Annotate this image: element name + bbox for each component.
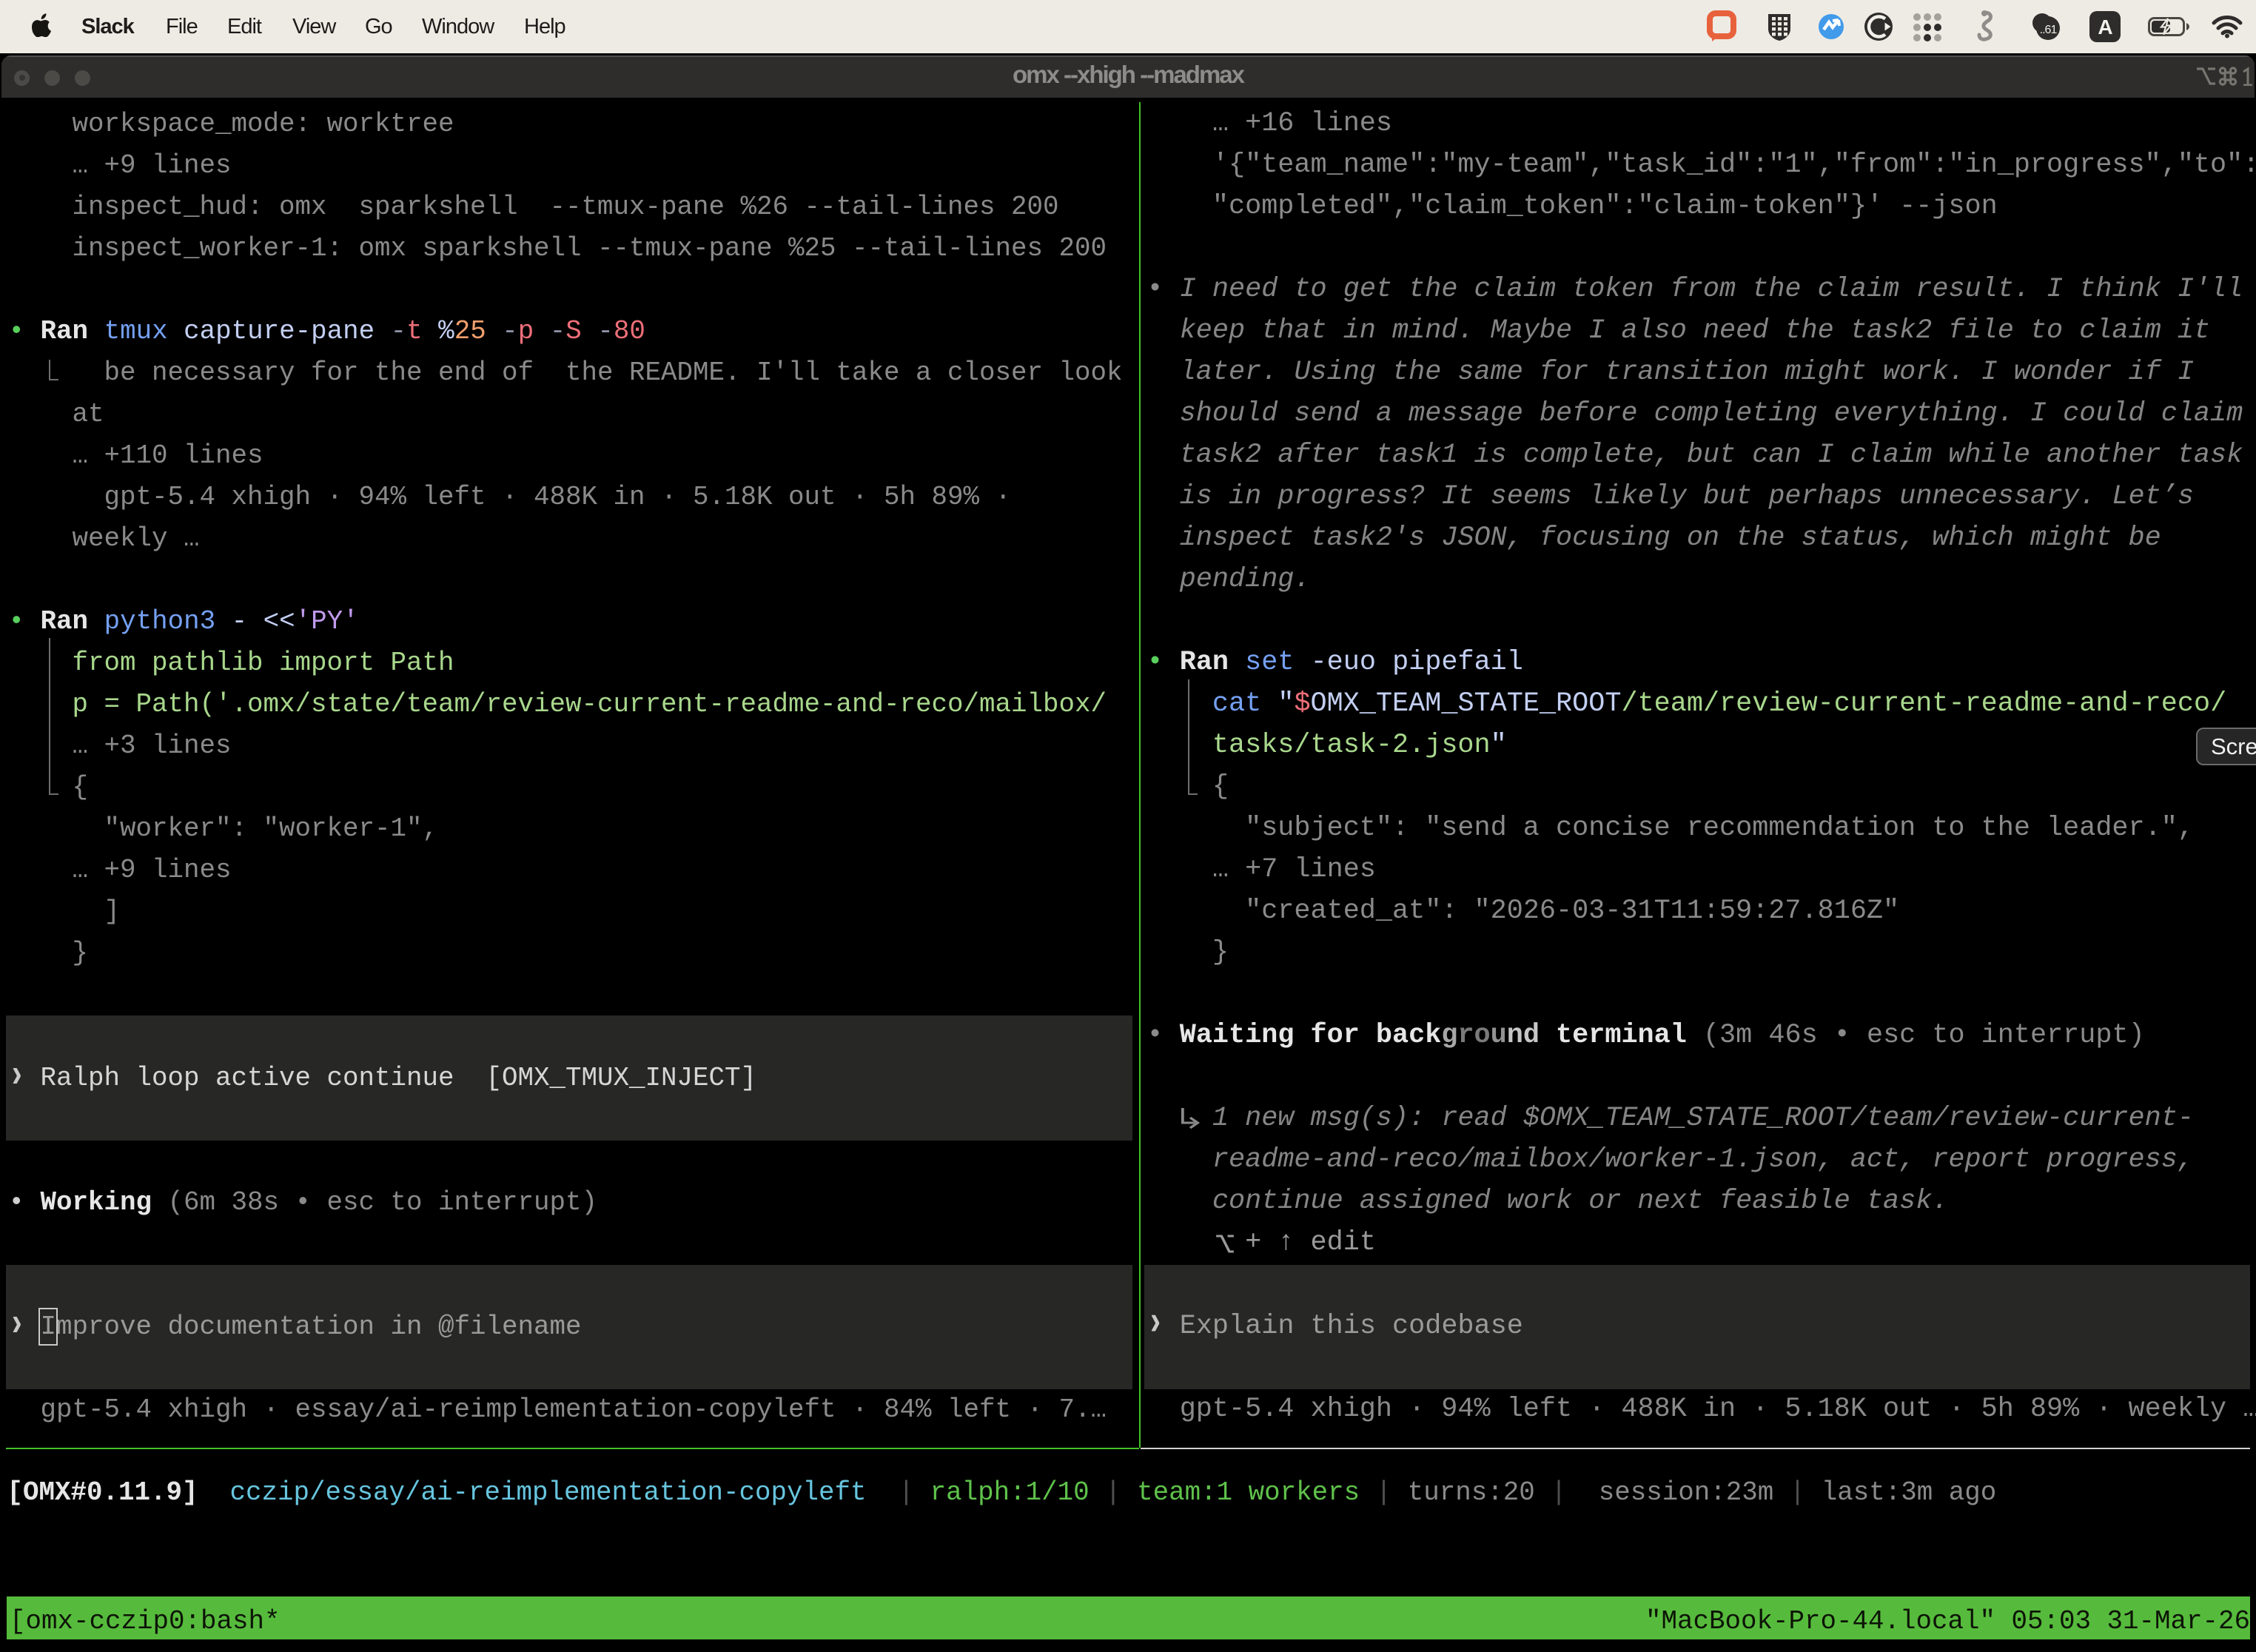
svg-text:A: A [2098,16,2112,38]
svg-text:..61: ..61 [2040,24,2058,36]
